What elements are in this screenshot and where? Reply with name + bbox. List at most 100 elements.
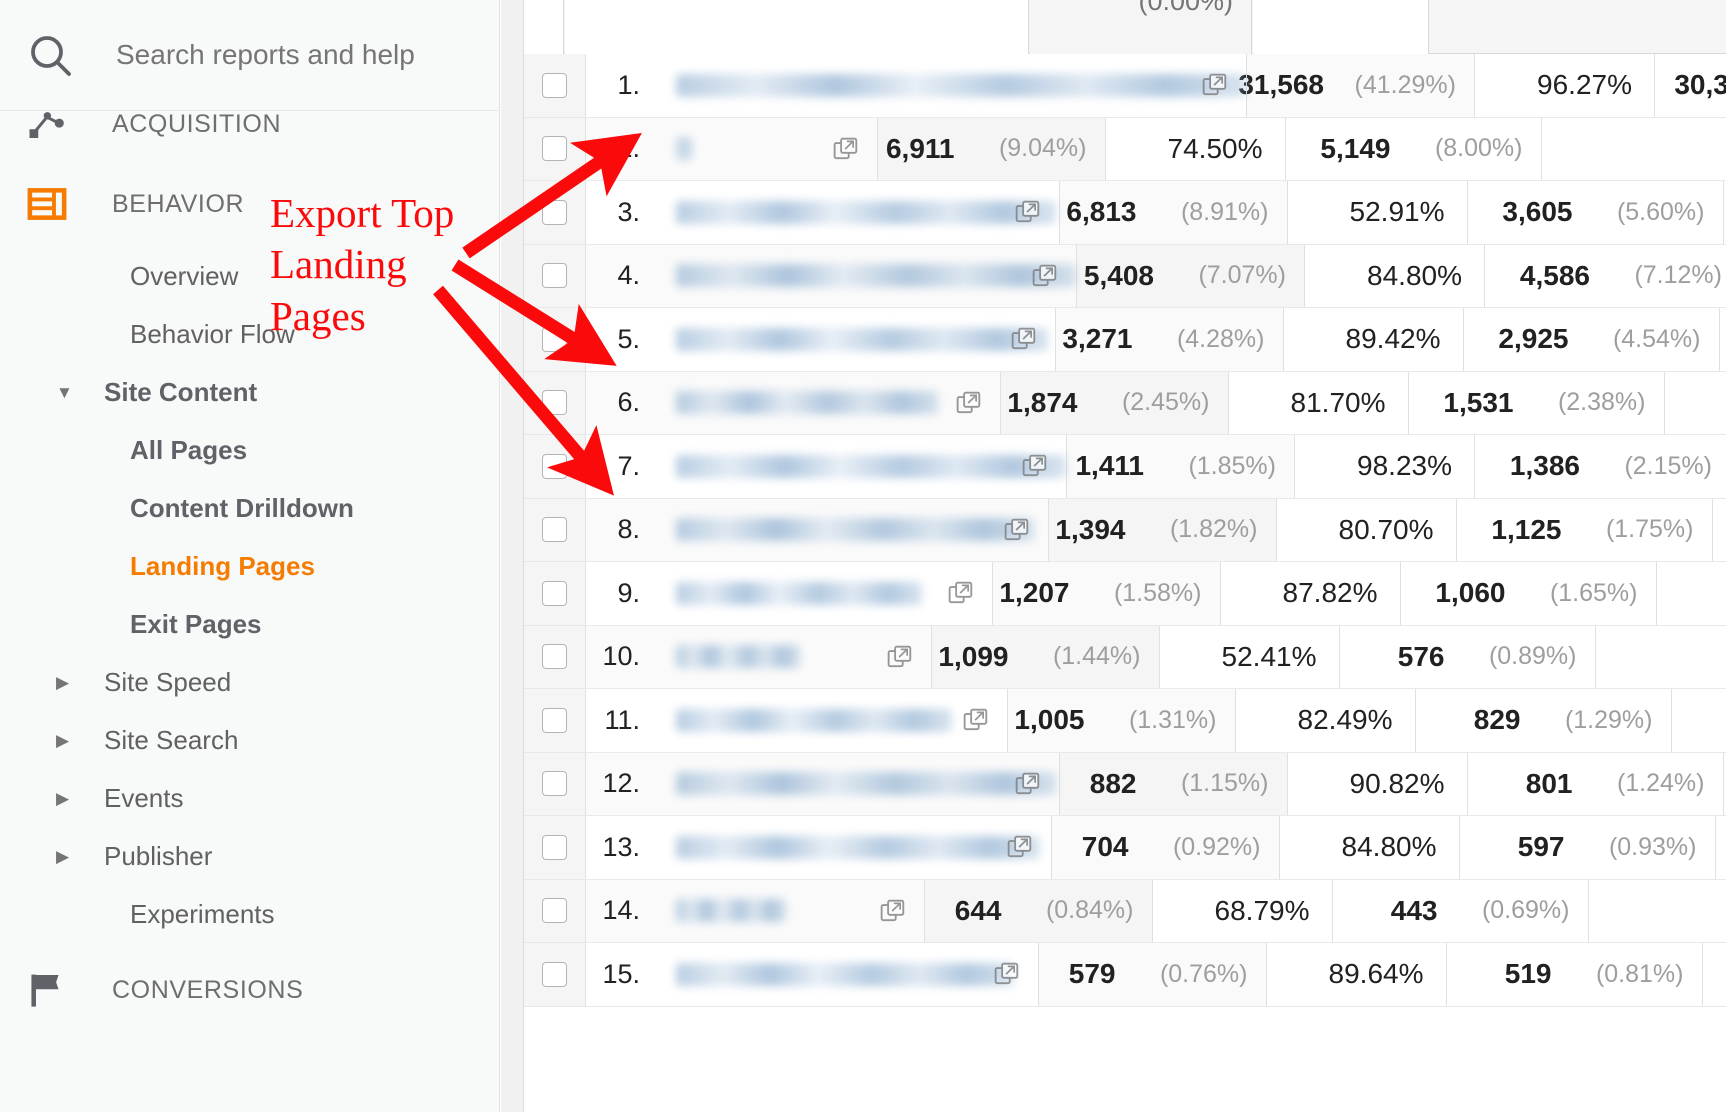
open-in-new-window-icon[interactable]	[963, 707, 989, 733]
open-in-new-window-icon[interactable]	[994, 961, 1020, 987]
sidebar-item-experiments[interactable]: Experiments	[0, 886, 500, 942]
sidebar-item-publisher[interactable]: ▶ Publisher	[0, 828, 500, 884]
table-row[interactable]: 9. 1,207 (1.58%) 87.82% 1,060 (1.65%)	[524, 562, 1726, 626]
sidebar-item-landing-pages[interactable]: Landing Pages	[0, 538, 500, 594]
search-input[interactable]	[116, 39, 476, 71]
row-checkbox-cell[interactable]	[524, 435, 586, 498]
row-checkbox[interactable]	[542, 453, 567, 479]
sidebar-item-site-content[interactable]: ▼ Site Content	[0, 364, 500, 420]
landing-page-cell[interactable]	[650, 689, 1008, 752]
open-in-new-window-icon[interactable]	[1202, 72, 1228, 98]
row-checkbox-cell[interactable]	[524, 498, 586, 561]
row-checkbox[interactable]	[542, 199, 567, 225]
landing-page-cell[interactable]	[650, 752, 1060, 815]
landing-page-cell[interactable]	[650, 117, 878, 180]
landing-page-cell[interactable]	[650, 562, 993, 625]
row-checkbox-cell[interactable]	[524, 371, 586, 434]
open-in-new-window-icon[interactable]	[956, 390, 982, 416]
landing-page-cell[interactable]	[650, 54, 1247, 117]
sidebar-item-behavior-flow[interactable]: Behavior Flow	[0, 306, 500, 362]
open-in-new-window-icon[interactable]	[880, 898, 906, 924]
row-checkbox-cell[interactable]	[524, 879, 586, 942]
landing-page-cell[interactable]	[650, 816, 1052, 879]
open-in-new-window-icon[interactable]	[1015, 771, 1041, 797]
row-checkbox-cell[interactable]	[524, 181, 586, 244]
open-in-new-window-icon[interactable]	[833, 136, 859, 162]
sidebar-item-exit-pages[interactable]: Exit Pages	[0, 596, 500, 652]
row-checkbox-cell[interactable]	[524, 816, 586, 879]
row-checkbox-cell[interactable]	[524, 625, 586, 688]
table-row[interactable]: 11. 1,005 (1.31%) 82.49% 829 (1.29%)	[524, 689, 1726, 753]
landing-page-cell[interactable]	[650, 371, 1001, 434]
row-checkbox[interactable]	[542, 517, 567, 543]
sidebar-item-site-search[interactable]: ▶ Site Search	[0, 712, 500, 768]
sidebar-item-events[interactable]: ▶ Events	[0, 770, 500, 826]
landing-page-cell[interactable]	[650, 435, 1067, 498]
table-row[interactable]: 4. 5,408 (7.07%) 84.80% 4,586 (7.12%)	[524, 244, 1726, 308]
row-checkbox[interactable]	[542, 136, 567, 162]
landing-page-cell[interactable]	[650, 308, 1056, 371]
open-in-new-window-icon[interactable]	[1015, 199, 1041, 225]
row-checkbox[interactable]	[542, 390, 567, 416]
open-in-new-window-icon[interactable]	[1004, 517, 1030, 543]
table-row[interactable]: 10. 1,099 (1.44%) 52.41% 576 (0.89%)	[524, 625, 1726, 689]
table-row[interactable]: 8. 1,394 (1.82%) 80.70% 1,125 (1.75%)	[524, 498, 1726, 562]
landing-page-cell[interactable]	[650, 181, 1060, 244]
sessions-cell: 1,394 (1.82%)	[1048, 498, 1277, 561]
table-row[interactable]: 12. 882 (1.15%) 90.82% 801 (1.24%)	[524, 752, 1726, 816]
table-row[interactable]: 6. 1,874 (2.45%) 81.70% 1,531 (2.38%)	[524, 371, 1726, 435]
row-checkbox[interactable]	[542, 707, 567, 733]
sidebar-section-acquisition[interactable]: ACQUISITION	[0, 92, 500, 156]
landing-page-cell[interactable]	[650, 943, 1039, 1006]
table-row[interactable]: 14. 644 (0.84%) 68.79% 443 (0.69%)	[524, 879, 1726, 943]
table-row[interactable]: 7. 1,411 (1.85%) 98.23% 1,386 (2.15%)	[524, 435, 1726, 499]
table-row[interactable]: 1. 31,568 (41.29%) 96.27%30,392(47.21%)	[524, 54, 1726, 118]
open-in-new-window-icon[interactable]	[1007, 834, 1033, 860]
row-checkbox[interactable]	[542, 72, 567, 98]
landing-page-url-redacted	[676, 327, 1048, 351]
sessions-value: 1,411	[1075, 450, 1144, 482]
table-row[interactable]: 3. 6,813 (8.91%) 52.91% 3,605 (5.60%)	[524, 181, 1726, 245]
open-in-new-window-icon[interactable]	[887, 644, 913, 670]
table-row[interactable]: 2. 6,911 (9.04%) 74.50% 5,149 (8.00%)	[524, 117, 1726, 181]
row-checkbox[interactable]	[542, 771, 567, 797]
landing-page-cell[interactable]	[650, 625, 932, 688]
open-in-new-window-icon[interactable]	[1011, 326, 1037, 352]
sidebar-item-site-speed[interactable]: ▶ Site Speed	[0, 654, 500, 710]
landing-page-cell[interactable]	[650, 244, 1077, 307]
row-checkbox-cell[interactable]	[524, 752, 586, 815]
open-in-new-window-icon[interactable]	[948, 580, 974, 606]
table-row[interactable]: 5. 3,271 (4.28%) 89.42% 2,925 (4.54%)	[524, 308, 1726, 372]
row-checkbox-cell[interactable]	[524, 943, 586, 1006]
row-checkbox[interactable]	[542, 580, 567, 606]
landing-page-cell[interactable]	[650, 879, 925, 942]
row-checkbox-cell[interactable]	[524, 244, 586, 307]
table-row[interactable]: 15. 579 (0.76%) 89.64% 519 (0.81%)	[524, 943, 1726, 1007]
sessions-cell: 579 (0.76%)	[1038, 943, 1267, 1006]
open-in-new-window-icon[interactable]	[1022, 453, 1048, 479]
sidebar-item-all-pages[interactable]: All Pages	[0, 422, 500, 478]
row-checkbox-cell[interactable]	[524, 117, 586, 180]
new-users-percent: (1.75%)	[1605, 515, 1694, 544]
row-checkbox[interactable]	[542, 834, 567, 860]
sidebar-section-conversions[interactable]: CONVERSIONS	[0, 958, 500, 1022]
row-checkbox[interactable]	[542, 961, 567, 987]
row-checkbox[interactable]	[542, 644, 567, 670]
row-checkbox-cell[interactable]	[524, 308, 586, 371]
row-checkbox-cell[interactable]	[524, 562, 586, 625]
landing-page-cell[interactable]	[650, 498, 1049, 561]
new-users-value: 576	[1397, 640, 1445, 672]
sidebar-section-behavior[interactable]: BEHAVIOR	[0, 172, 500, 236]
sidebar-item-overview[interactable]: Overview	[0, 248, 500, 304]
row-checkbox[interactable]	[542, 263, 567, 289]
row-checkbox[interactable]	[542, 898, 567, 924]
table-row[interactable]: 13. 704 (0.92%) 84.80% 597 (0.93%)	[524, 816, 1726, 880]
row-checkbox[interactable]	[542, 326, 567, 352]
new-sessions-percent-cell: 96.27%	[1475, 54, 1655, 117]
row-checkbox-cell[interactable]	[524, 689, 586, 752]
sidebar-item-content-drilldown[interactable]: Content Drilldown	[0, 480, 500, 536]
sessions-percent: (4.28%)	[1176, 324, 1265, 353]
open-in-new-window-icon[interactable]	[1032, 263, 1058, 289]
row-index: 1.	[617, 69, 640, 100]
row-checkbox-cell[interactable]	[524, 54, 586, 117]
